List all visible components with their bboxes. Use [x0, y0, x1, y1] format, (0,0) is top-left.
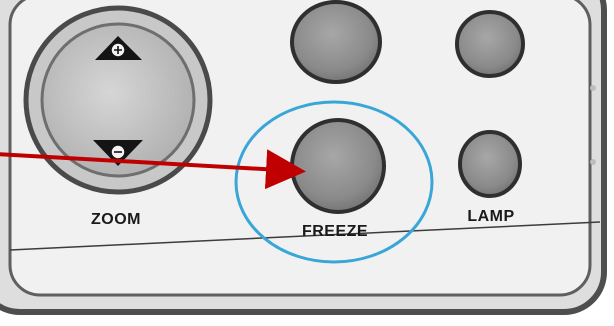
top-center-button[interactable]	[290, 0, 382, 84]
panel-svg: ZOOM FREEZE LAMP	[0, 0, 607, 315]
freeze-button[interactable]	[290, 118, 386, 214]
lamp-button[interactable]	[458, 130, 522, 198]
zoom-label: ZOOM	[91, 211, 141, 228]
control-panel-illustration: ZOOM FREEZE LAMP	[0, 0, 614, 321]
top-right-button[interactable]	[455, 10, 525, 78]
freeze-label: FREEZE	[302, 223, 368, 240]
lamp-label: LAMP	[467, 208, 514, 225]
